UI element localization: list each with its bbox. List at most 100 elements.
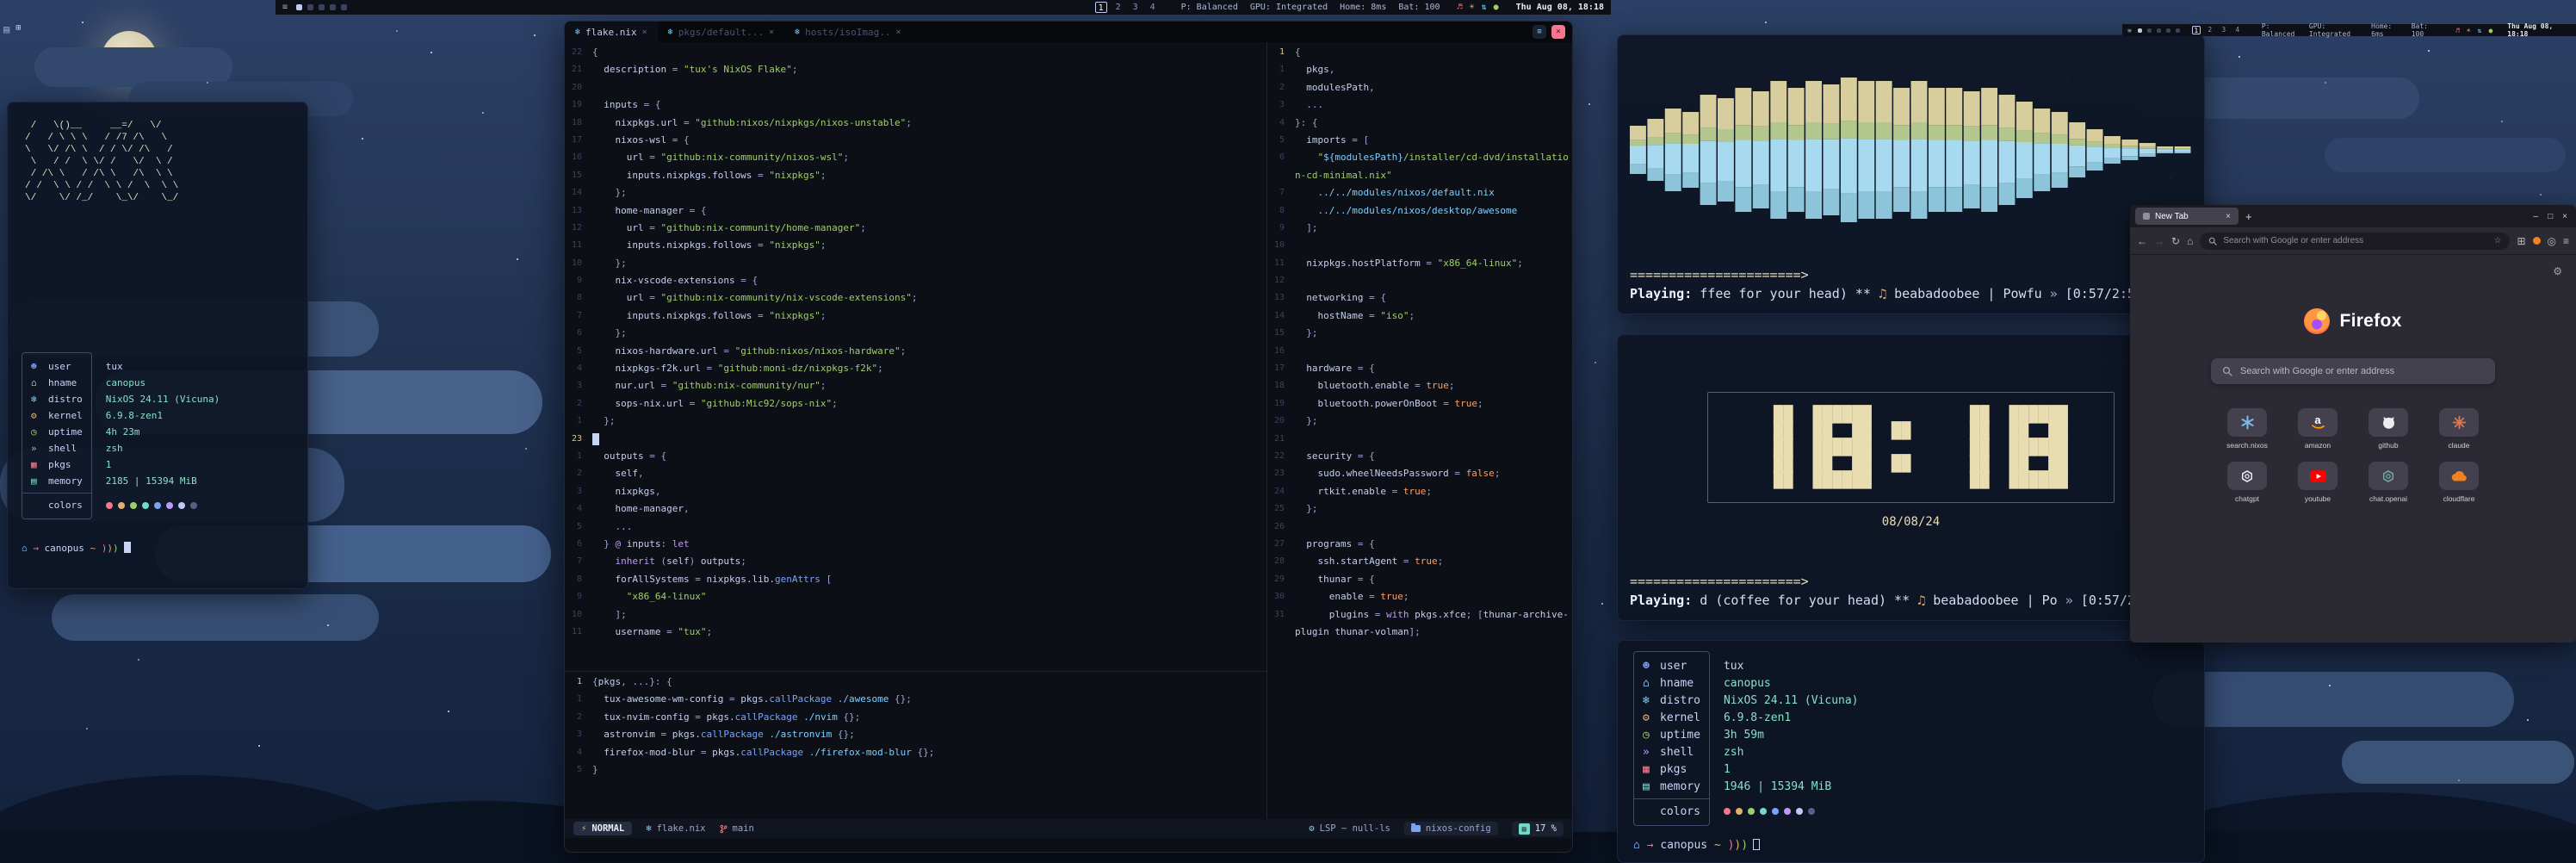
menu-icon[interactable]: ≡ bbox=[282, 3, 288, 12]
workspace-1[interactable]: 1 bbox=[2192, 26, 2201, 34]
account-icon[interactable]: ◎ bbox=[2548, 235, 2556, 247]
shell-prompt[interactable]: ⌂ → canopus ~ ))) bbox=[22, 542, 294, 554]
fetch-label: shell bbox=[1660, 746, 1694, 759]
window-icon[interactable]: ⊞ bbox=[15, 23, 21, 35]
workspace-3[interactable]: 3 bbox=[1130, 2, 1142, 13]
reload-button[interactable]: ↻ bbox=[2171, 235, 2180, 247]
shortcut-github[interactable]: github bbox=[2361, 408, 2416, 450]
fetch-terminal-left[interactable]: / \()__ __=/ \/ / / \ \ \ / /7 /\ \ \ \/… bbox=[7, 102, 308, 589]
tag-5[interactable] bbox=[341, 4, 347, 10]
forward-button[interactable]: → bbox=[2154, 235, 2164, 247]
tag-3[interactable] bbox=[2157, 28, 2161, 33]
fetch-label: uptime bbox=[48, 426, 83, 438]
window-close-button[interactable]: × bbox=[2562, 212, 2567, 221]
extensions-icon[interactable]: ⊞ bbox=[2517, 235, 2525, 247]
shortcut-cloudflare[interactable]: cloudflare bbox=[2431, 462, 2486, 503]
browser-tab[interactable]: New Tab × bbox=[2135, 208, 2239, 225]
brightness-icon[interactable]: ☀ bbox=[1470, 3, 1475, 12]
menu-icon[interactable]: ≡ bbox=[2127, 27, 2132, 34]
workspace-1[interactable]: 1 bbox=[1095, 2, 1107, 13]
shortcut-search.nixos[interactable]: search.nixos bbox=[2220, 408, 2275, 450]
window-minimize-button[interactable]: – bbox=[2534, 212, 2539, 221]
new-tab-button[interactable]: + bbox=[2245, 210, 2252, 223]
tab-close-icon[interactable]: × bbox=[769, 28, 774, 37]
shortcut-chatgpt[interactable]: chatgpt bbox=[2220, 462, 2275, 503]
menu-button[interactable]: ≡ bbox=[2563, 235, 2569, 247]
shortcut-card[interactable] bbox=[2227, 408, 2267, 437]
network-icon[interactable]: ⇅ bbox=[2478, 27, 2482, 34]
shell-prompt[interactable]: ⌂ → canopus ~ ))) bbox=[1633, 839, 2189, 852]
url-bar[interactable]: Search with Google or enter address ☆ bbox=[2200, 233, 2510, 250]
tab-title: New Tab bbox=[2155, 212, 2189, 221]
bookmark-star-icon[interactable]: ☆ bbox=[2493, 236, 2501, 245]
tab-close-icon[interactable]: × bbox=[895, 28, 901, 37]
search-placeholder: Search with Google or enter address bbox=[2240, 366, 2394, 376]
fetch-label: pkgs bbox=[1660, 763, 1687, 776]
code-line: 23 bbox=[565, 431, 1266, 448]
buffer-menu-button[interactable]: ≡ bbox=[1533, 25, 1546, 39]
home-icon: ⌂ bbox=[31, 377, 48, 388]
workspace-4[interactable]: 4 bbox=[2233, 26, 2242, 34]
shortcut-card[interactable] bbox=[2439, 462, 2479, 490]
tag-4[interactable] bbox=[2166, 28, 2170, 33]
home-button[interactable]: ⌂ bbox=[2187, 235, 2193, 247]
fetch-value-hname: canopus bbox=[106, 375, 220, 391]
shortcut-amazon[interactable]: aamazon bbox=[2290, 408, 2345, 450]
shortcut-card[interactable] bbox=[2298, 462, 2338, 490]
code-line: 5 ... bbox=[565, 518, 1266, 536]
pkgs-default-buffer[interactable]: 1{pkgs, ...}: {1 tux-awesome-wm-config =… bbox=[565, 672, 1266, 819]
palette-color bbox=[130, 502, 137, 509]
status-segments: P: BalancedGPU: IntegratedHome: 8msBat: … bbox=[1181, 3, 1440, 12]
palette-color bbox=[1736, 808, 1743, 815]
workspace-3[interactable]: 3 bbox=[2220, 26, 2228, 34]
stars bbox=[0, 0, 2, 2]
power-icon[interactable]: ● bbox=[2488, 27, 2492, 34]
tag-4[interactable] bbox=[330, 4, 336, 10]
firefox-logo bbox=[2304, 308, 2330, 334]
shortcut-card[interactable] bbox=[2439, 408, 2479, 437]
volume-icon[interactable]: ♬ bbox=[1458, 3, 1463, 12]
code-line: 1 outputs = { bbox=[565, 448, 1266, 465]
folder-icon bbox=[1411, 825, 1421, 832]
tag-2[interactable] bbox=[307, 4, 313, 10]
shortcut-card[interactable] bbox=[2369, 408, 2408, 437]
flake-nix-buffer[interactable]: 22{21 description = "tux's NixOS Flake";… bbox=[565, 42, 1266, 671]
shortcut-card[interactable] bbox=[2369, 462, 2408, 490]
tag-5[interactable] bbox=[2176, 28, 2180, 33]
brightness-icon[interactable]: ☀ bbox=[2467, 27, 2471, 34]
editor-tab-flake.nix[interactable]: ❄flake.nix× bbox=[565, 22, 658, 42]
newtab-search-input[interactable]: Search with Google or enter address bbox=[2211, 358, 2495, 384]
shortcut-youtube[interactable]: youtube bbox=[2290, 462, 2345, 503]
extension-icon[interactable] bbox=[2533, 237, 2541, 245]
clock-terminal[interactable]: ██ ██████ ██ ██████ ██ ██ ██ ██ ██ ██ ██… bbox=[1617, 334, 2205, 621]
firefox-window[interactable]: New Tab × + – □ × ← → ↻ ⌂ Search with Go… bbox=[2130, 205, 2576, 643]
shortcut-claude[interactable]: claude bbox=[2431, 408, 2486, 450]
neovim-window[interactable]: ❄flake.nix×❄pkgs/default...×❄hosts/isoIm… bbox=[564, 21, 1573, 853]
window-maximize-button[interactable]: □ bbox=[2548, 212, 2553, 221]
editor-tab-pkgs/default...[interactable]: ❄pkgs/default...× bbox=[658, 22, 784, 42]
tag-1[interactable] bbox=[296, 4, 302, 10]
network-icon[interactable]: ⇅ bbox=[1482, 3, 1487, 12]
editor-tab-hosts/isoImag..[interactable]: ❄hosts/isoImag..× bbox=[784, 22, 911, 42]
tab-close-icon[interactable]: × bbox=[2226, 212, 2231, 221]
music-visualizer-terminal[interactable]: ======================> Playing: ffee fo… bbox=[1617, 34, 2205, 314]
personalize-gear-icon[interactable]: ⚙ bbox=[2553, 265, 2562, 277]
iso-config-buffer[interactable]: 1{1 pkgs,2 modulesPath,3 ...4}: {5 impor… bbox=[1267, 42, 1572, 819]
tag-2[interactable] bbox=[2147, 28, 2152, 33]
workspace-2[interactable]: 2 bbox=[2206, 26, 2214, 34]
tag-1[interactable] bbox=[2138, 28, 2142, 33]
shortcut-card[interactable] bbox=[2227, 462, 2267, 490]
power-icon[interactable]: ● bbox=[1494, 3, 1499, 12]
buffer-close-button[interactable]: × bbox=[1551, 25, 1565, 39]
shortcut-card[interactable]: a bbox=[2298, 408, 2338, 437]
files-icon[interactable]: ▤ bbox=[3, 23, 9, 35]
top-bar-secondary: ≡ 1234 P: BalancedGPU: IntegratedHome: 6… bbox=[2122, 24, 2576, 36]
back-button[interactable]: ← bbox=[2137, 235, 2147, 247]
shortcut-chat.openai[interactable]: chat.openai bbox=[2361, 462, 2416, 503]
workspace-2[interactable]: 2 bbox=[1112, 2, 1124, 13]
workspace-4[interactable]: 4 bbox=[1147, 2, 1159, 13]
fetch-terminal-right[interactable]: ☻user⌂hname❄distro⚙kernel◷uptime»shell▦p… bbox=[1617, 640, 2205, 863]
tab-close-icon[interactable]: × bbox=[642, 28, 647, 37]
volume-icon[interactable]: ♬ bbox=[2455, 27, 2460, 34]
tag-3[interactable] bbox=[319, 4, 325, 10]
